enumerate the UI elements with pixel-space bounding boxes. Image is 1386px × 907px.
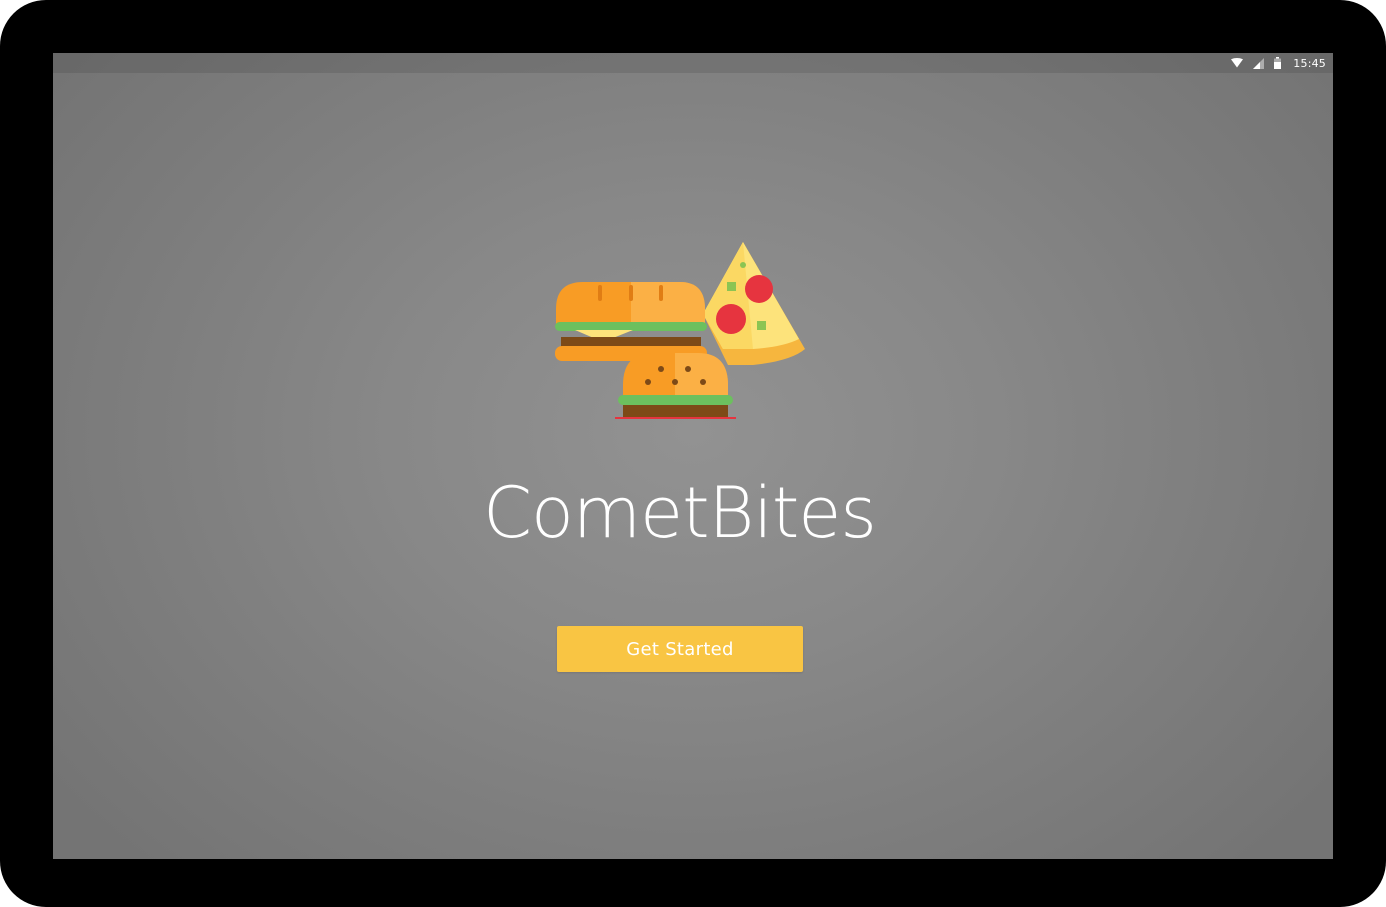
tablet-frame: 15:45 CometBites Get Started bbox=[0, 0, 1386, 907]
burger-icon bbox=[615, 353, 736, 419]
sandwich-icon bbox=[555, 282, 707, 361]
wifi-icon bbox=[1231, 56, 1244, 70]
food-logo-icon bbox=[553, 239, 809, 419]
pizza-slice-icon bbox=[703, 242, 805, 365]
status-bar: 15:45 bbox=[53, 53, 1333, 73]
app-title: CometBites bbox=[483, 472, 877, 554]
get-started-button[interactable]: Get Started bbox=[557, 626, 803, 672]
battery-icon bbox=[1274, 56, 1282, 70]
app-screen: 15:45 CometBites Get Started bbox=[53, 53, 1333, 859]
status-time: 15:45 bbox=[1293, 56, 1326, 70]
signal-icon bbox=[1253, 56, 1265, 70]
